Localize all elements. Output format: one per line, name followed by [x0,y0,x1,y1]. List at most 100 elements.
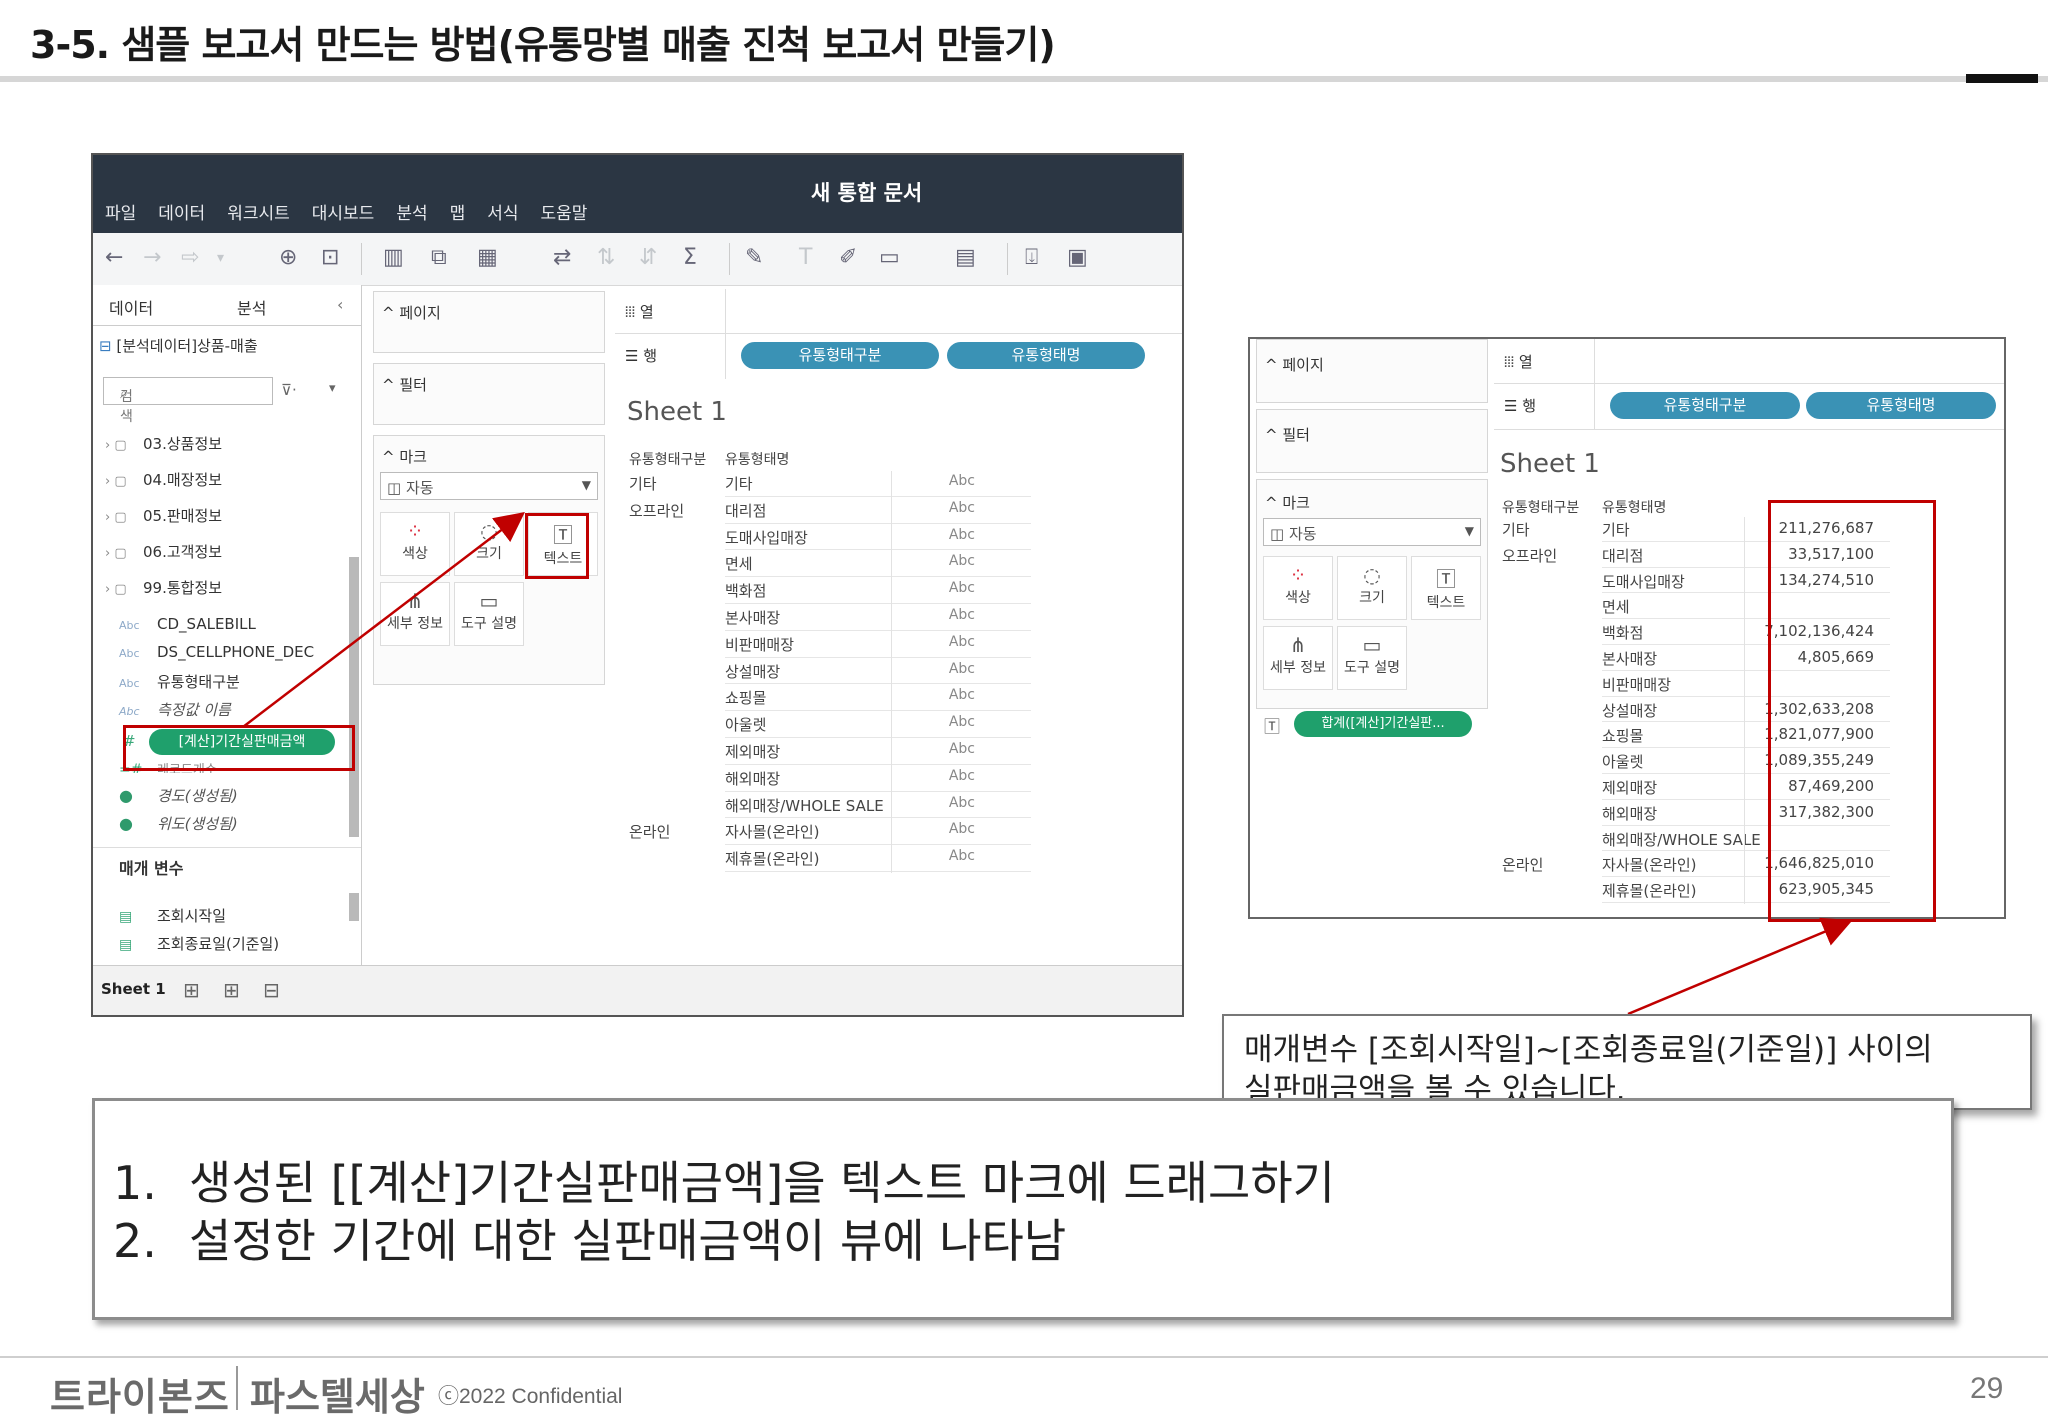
group-cell: 기타 [1502,521,1530,539]
name-cell: 자사몰(온라인) [725,823,820,842]
table-row[interactable]: 아울렛 Abc [615,712,1035,739]
row-pill-name[interactable]: 유통형태명 [1806,392,1996,419]
step-number: 1. [113,1156,157,1210]
name-cell: 아울렛 [1602,753,1644,772]
table-row[interactable]: 면세 Abc [615,551,1035,578]
sheet-table: 기타 기타 Abc 오프라인 대리점 Abc 도매사입매장 Abc 면세 Abc 백화점 Abc 본사매… [615,471,1182,951]
table-row[interactable]: 해외매장/WHOLE SALE Abc [615,793,1035,820]
row-pill-group[interactable]: 유통형태구분 [1610,392,1800,419]
columns-shelf[interactable]: ⦙⦙⦙ 열 [615,289,1182,334]
new-dashboard-icon[interactable]: ⊞ [223,978,240,1002]
slide-title: 3-5. 샘플 보고서 만드는 방법(유통망별 매출 진척 보고서 만들기) [30,23,1056,67]
name-cell: 상설매장 [1602,701,1658,720]
table-row[interactable]: 제외매장 Abc [615,739,1035,766]
row-pill-name[interactable]: 유통형태명 [947,342,1145,369]
table-row[interactable]: 해외매장 Abc [615,766,1035,793]
title-accent-bar [1966,74,2038,83]
steps-box: 1. 생성된 [[계산]기간실판매금액]을 텍스트 마크에 드래그하기 2. 설정한… [92,1098,1954,1320]
callout-box: 매개변수 [조회시작일]~[조회종료일(기준일)] 사이의 실판매금액을 볼 수… [1222,1014,2032,1110]
group-cell: 온라인 [629,823,671,842]
pages-card: ^ 페이지 [1256,339,1488,403]
table-row[interactable]: 본사매장 Abc [615,605,1035,632]
abc-placeholder: Abc [948,553,975,570]
pages-header: ^ 페이지 [1265,356,1324,374]
filters-card: ^ 필터 [1256,409,1488,473]
name-cell: 제외매장 [725,743,781,761]
sheet-tab[interactable]: Sheet 1 [101,980,166,998]
rows-shelf[interactable]: ☰ 행 유통형태구분 유통형태명 [615,333,1182,380]
abc-placeholder: Abc [948,499,975,516]
row-pill-group[interactable]: 유통형태구분 [741,342,939,369]
rows-shelf-label: ☰ 행 [625,347,658,365]
abc-placeholder: Abc [948,741,975,757]
name-cell: 대리점 [725,501,767,520]
columns-shelf-label: ⦙⦙⦙ 열 [625,303,654,321]
chevron-down-icon: ▼ [1464,524,1474,538]
name-cell: 자사몰(온라인) [1602,856,1697,875]
mark-color-button[interactable]: ⁘ 색상 [1263,556,1333,620]
table-row[interactable]: 쇼핑몰 Abc [615,685,1035,712]
mark-button-label: 도구 설명 [1344,660,1400,676]
table-row[interactable]: 오프라인 대리점 Abc [615,498,1035,525]
filters-header: ^ 필터 [1265,426,1310,444]
name-cell: 제휴몰(온라인) [1602,882,1697,901]
name-cell: 대리점 [1602,546,1644,565]
name-cell: 제휴몰(온라인) [725,850,820,869]
abc-placeholder: Abc [948,794,975,811]
divider [1594,339,1595,383]
new-worksheet-icon[interactable]: ⊞ [183,978,200,1002]
name-cell: 기타 [725,475,753,493]
group-cell: 오프라인 [629,501,685,520]
table-row[interactable]: 상설매장 Abc [615,659,1035,686]
mark-size-button[interactable]: ◌ 크기 [1337,556,1407,620]
mark-tooltip-button[interactable]: ▭ 도구 설명 [1337,626,1407,690]
text-icon: 🅃 [1264,717,1281,736]
mark-button-label: 색상 [1285,590,1311,606]
callout-line-1: 매개변수 [조회시작일]~[조회종료일(기준일)] 사이의 [1244,1032,1933,1068]
table-row[interactable]: 백화점 Abc [615,578,1035,605]
mark-button-label: 텍스트 [1426,595,1466,611]
group-cell: 오프라인 [1502,546,1558,565]
table-row[interactable]: 제휴몰(온라인) Abc [615,846,1035,873]
abc-placeholder: Abc [948,687,975,704]
text-icon: 🅃 [1436,567,1456,591]
name-cell: 해외매장/WHOLE SALE [1602,830,1761,849]
name-cell: 아울렛 [725,716,767,735]
sheet-title: Sheet 1 [1500,449,1600,479]
col-header: 유통형태명 [1602,500,1667,516]
col-header: 유통형태구분 [629,452,707,468]
page-number: 29 [1970,1372,2004,1405]
callout-arrow [1627,917,1853,1016]
table-row[interactable]: 비판매매장 Abc [615,632,1035,659]
name-cell: 면세 [725,555,753,574]
name-cell: 백화점 [1602,624,1644,643]
table-row[interactable]: 온라인 자사몰(온라인) Abc [615,819,1035,846]
table-row[interactable]: 기타 기타 Abc [615,471,1035,498]
step-number: 2. [113,1214,157,1268]
table-row[interactable]: 도매사입매장 Abc [615,525,1035,552]
col-header: 유통형태명 [725,452,790,468]
name-cell: 본사매장 [1602,650,1658,668]
tableau-window: 파일 데이터 워크시트 대시보드 분석 맵 서식 도움말 새 통합 문서 ← → ⇨ ▾ ⊕ … [91,153,1184,1017]
abc-placeholder: Abc [948,848,975,865]
abc-placeholder: Abc [948,633,975,650]
column-divider [891,471,892,873]
rows-shelf[interactable]: ☰ 행 유통형태구분 유통형태명 [1494,383,2004,430]
mark-detail-button[interactable]: ⋔ 세부 정보 [1263,626,1333,690]
name-cell: 비판매매장 [1602,675,1672,694]
mark-text-button[interactable]: 🅃 텍스트 [1411,556,1481,620]
name-cell: 상설매장 [725,662,781,681]
sum-pill[interactable]: 합계([계산]기간실판... [1294,711,1472,737]
step-2: 2. 설정한 기간에 대한 실판매금액이 뷰에 나타남 [113,1205,1066,1271]
sheet-view: Sheet 1 유통형태구분 유통형태명 기타 기타 Abc 오프라인 대리점 Abc 도매… [615,379,1182,965]
mark-button-label: 크기 [1359,590,1385,606]
step-text: 생성된 [[계산]기간실판매금액]을 텍스트 마크에 드래그하기 [189,1156,1335,1210]
new-story-icon[interactable]: ⊟ [263,978,280,1002]
size-icon: ◌ [1363,563,1381,587]
columns-shelf[interactable]: ⦙⦙⦙ 열 [1494,339,2004,384]
divider [725,289,726,333]
color-icon: ⁘ [1289,563,1307,587]
divider [1594,383,1595,429]
name-cell: 백화점 [725,582,767,601]
marks-type-dropdown[interactable]: ◫ 자동 ▼ [1263,518,1481,546]
